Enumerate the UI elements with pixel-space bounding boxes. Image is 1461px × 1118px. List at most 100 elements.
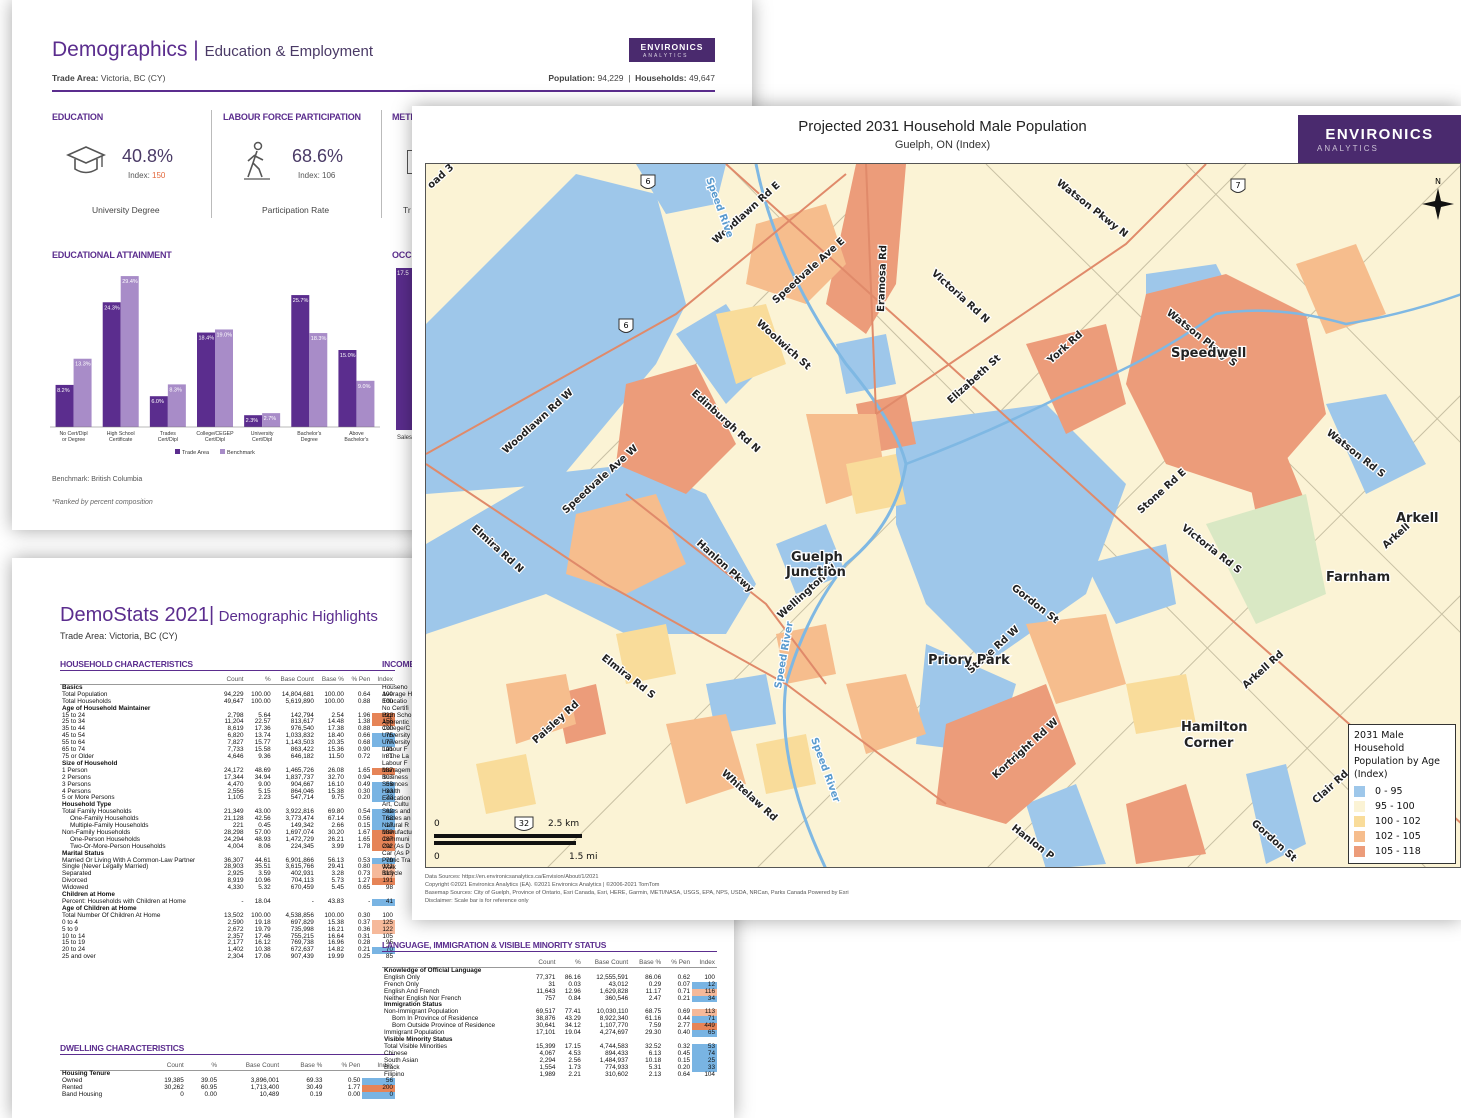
demostats-trade-area: Trade Area: Victoria, BC (CY) [60, 631, 178, 641]
dwelling-heading: DWELLING CHARACTERISTICS [60, 1043, 185, 1053]
category-label: Certificate [109, 437, 132, 443]
map-canvas[interactable]: Woodlawn Rd E Speedvale Ave E Eramosa Rd… [426, 164, 1461, 868]
bar-trade-area [197, 332, 215, 427]
divider [211, 110, 212, 218]
demostats-title: DemoStats 2021| Demographic Highlights [60, 604, 378, 626]
walking-person-icon [244, 141, 270, 180]
occ-value: 17.5 [397, 271, 409, 277]
bar-value-label: 18.4% [199, 336, 215, 342]
title-main: Demographics [52, 38, 188, 61]
table-row: Owned 19,385 39.05 3,896,001 69.33 0.50 56 [62, 1076, 395, 1085]
bar-value-label: 9.0% [358, 384, 371, 390]
map-legend: 2031 Male Household Population by Age (I… [1348, 724, 1456, 864]
education-heading: EDUCATION [52, 112, 104, 122]
household-rule [60, 670, 395, 671]
demographics-title: Demographics | Education & Employment [52, 38, 373, 62]
legend-swatch [220, 449, 225, 454]
environics-logo: ENVIRONICS ANALYTICS [629, 38, 715, 62]
legend-swatch [1354, 831, 1365, 842]
ranked-note: *Ranked by percent composition [52, 499, 153, 506]
households-value: 49,647 [689, 73, 715, 83]
occ-bar [396, 268, 412, 430]
highway-shield: 6 [640, 174, 656, 189]
language-heading: LANGUAGE, IMMIGRATION & VISIBLE MINORITY… [382, 940, 607, 950]
place-label: Farnham [1326, 570, 1390, 585]
place-label: Guelph [791, 550, 843, 565]
bar-value-label: 25.7% [293, 298, 309, 304]
table-row: Two-Or-More-Person Households 4,004 8.06 22… [70, 842, 395, 851]
bar-value-label: 6.0% [151, 399, 164, 405]
bar-value-label: 18.3% [311, 336, 327, 342]
legend-label: Trade Area [182, 450, 210, 456]
legend-swatch [1354, 816, 1365, 827]
legend-label: 100 - 102 [1375, 816, 1421, 827]
place-label: Speedwell [1171, 346, 1246, 361]
legend-item: 100 - 102 [1354, 814, 1450, 829]
legend-item: 105 - 118 [1354, 844, 1450, 859]
svg-text:2.5 km: 2.5 km [548, 819, 579, 829]
category-label: Bachelor's [344, 437, 368, 443]
bar-trade-area [291, 295, 310, 427]
third-caption: Tr [403, 205, 411, 215]
bar-value-label: 2.3% [246, 418, 259, 424]
place-label: Junction [785, 565, 846, 580]
language-rule [382, 951, 717, 952]
choropleth-map[interactable]: Woodlawn Rd E Speedvale Ave E Eramosa Rd… [425, 163, 1461, 868]
dwelling-rule [60, 1054, 395, 1055]
table-header: Count% Base Count Base %% Pen Index [60, 676, 395, 685]
attainment-heading: EDUCATIONAL ATTAINMENT [52, 250, 172, 260]
category-label: Degree [301, 437, 318, 443]
bar-trade-area [102, 302, 121, 427]
table-row: 25 and over 2,304 17.06 907,439 19.99 0.25 85 [62, 953, 393, 961]
category-label: or Degree [62, 437, 85, 443]
legend-swatch [175, 449, 180, 454]
map-sources: Data Sources: https://en.environicsanaly… [425, 874, 849, 904]
bar-value-label: 29.4% [122, 279, 138, 285]
table-row: Housing Tenure [62, 1069, 111, 1077]
bar-benchmark [73, 358, 92, 427]
place-label: Priory Park [928, 653, 1010, 668]
legend-label: 95 - 100 [1375, 801, 1415, 812]
category-label: Cert/Dipl [205, 437, 225, 443]
road-label: Eramosa Rd [876, 245, 889, 312]
graduation-cap-icon [66, 146, 106, 174]
table-header: Count% Base Count Base %% Pen Index [60, 1062, 395, 1071]
labour-index: Index: 106 [298, 171, 336, 180]
bar-value-label: 24.3% [104, 305, 120, 311]
population-value: 94,229 [597, 73, 624, 83]
bar-benchmark [120, 276, 139, 427]
benchmark-note: Benchmark: British Columbia [52, 476, 143, 483]
legend-item: 102 - 105 [1354, 829, 1450, 844]
svg-text:0: 0 [434, 852, 440, 862]
labour-pct: 68.6% [292, 146, 344, 166]
trade-area-label: Trade Area: [52, 73, 99, 83]
bar-value-label: 2.7% [264, 416, 277, 422]
bar-value-label: 15.0% [340, 353, 356, 359]
table-row: Band Housing 0 0.00 10,489 0.19 0.00 0 [62, 1090, 395, 1099]
bar-benchmark [215, 329, 233, 427]
title-separator: | [193, 38, 199, 61]
svg-text:1.5 mi: 1.5 mi [569, 852, 597, 862]
category-label: Cert/Dipl [158, 437, 178, 443]
education-caption: University Degree [92, 205, 160, 215]
occ-category: Sales [397, 435, 413, 441]
title-sub: Education & Employment [204, 43, 373, 60]
legend-label: 0 - 95 [1375, 786, 1403, 797]
table-row: Rented 30,262 60.95 1,713,400 30.49 1.77 200 [62, 1083, 395, 1092]
dwelling-table: Count% Base Count Base %% Pen Index Housing … [60, 1062, 395, 1099]
svg-text:0: 0 [434, 819, 440, 829]
svg-text:32: 32 [519, 819, 529, 828]
third-heading: METI [392, 112, 413, 122]
income-heading: INCOME [382, 659, 415, 669]
legend-item: 0 - 95 [1354, 784, 1450, 799]
education-pct: 40.8% [122, 146, 174, 166]
place-label: Arkell [1396, 511, 1439, 526]
bar-value-label: 8.3% [169, 387, 182, 393]
highway-shield: 6 [618, 318, 634, 333]
labour-caption: Participation Rate [262, 205, 330, 215]
bar-value-label: 13.3% [75, 362, 91, 368]
environics-logo-map: ENVIRONICS ANALYTICS [1298, 115, 1461, 163]
household-heading: HOUSEHOLD CHARACTERISTICS [60, 659, 193, 669]
language-table: Count% Base Count Base %% Pen Index Knowledg… [382, 959, 717, 1078]
highway-shield: 7 [1230, 178, 1246, 193]
